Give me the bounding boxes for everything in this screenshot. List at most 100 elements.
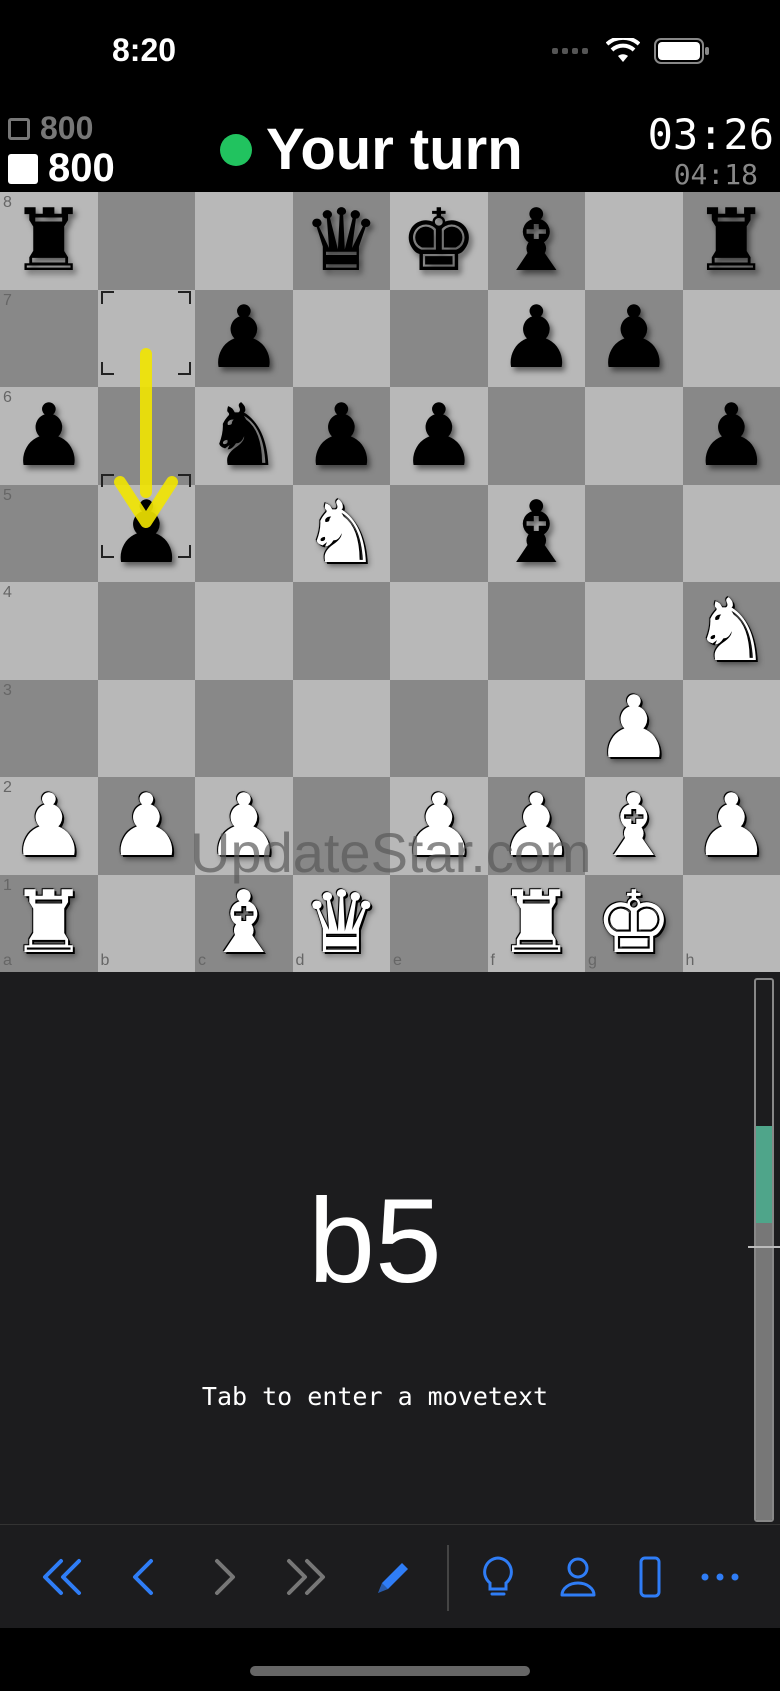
white-pawn-icon[interactable]: ♟ xyxy=(585,680,683,778)
square-e8[interactable]: ♚ xyxy=(390,192,488,290)
last-move-button[interactable] xyxy=(276,1549,336,1605)
square-g2[interactable]: ♝ xyxy=(585,777,683,875)
black-pawn-icon[interactable]: ♟ xyxy=(293,387,391,485)
square-d8[interactable]: ♛ xyxy=(292,192,391,290)
square-h6[interactable]: ♟ xyxy=(682,387,780,485)
black-pawn-icon[interactable]: ♟ xyxy=(0,387,98,485)
square-d2[interactable] xyxy=(292,777,390,875)
square-h3[interactable] xyxy=(682,679,780,777)
white-rook-icon[interactable]: ♜ xyxy=(0,875,98,973)
square-c2[interactable]: ♟ xyxy=(195,777,293,875)
player-button[interactable] xyxy=(548,1549,608,1605)
hint-button[interactable] xyxy=(468,1549,528,1605)
square-c6[interactable]: ♞ xyxy=(195,387,293,485)
black-king-icon[interactable]: ♚ xyxy=(390,192,488,290)
black-pawn-icon[interactable]: ♟ xyxy=(683,387,780,485)
more-button[interactable] xyxy=(690,1549,750,1605)
square-a3[interactable]: 3 xyxy=(0,679,98,777)
white-rook-icon[interactable]: ♜ xyxy=(488,875,586,973)
square-g8[interactable] xyxy=(585,192,683,290)
square-f2[interactable]: ♟ xyxy=(487,777,586,875)
black-pawn-icon[interactable]: ♟ xyxy=(98,485,196,583)
square-b6[interactable] xyxy=(97,387,195,485)
square-b3[interactable] xyxy=(97,679,195,777)
black-bishop-icon[interactable]: ♝ xyxy=(488,485,586,583)
square-c8[interactable] xyxy=(195,192,293,290)
square-c1[interactable]: c ♝ xyxy=(195,874,293,973)
square-d5[interactable]: ♞ xyxy=(292,484,391,583)
square-e5[interactable] xyxy=(390,484,488,582)
square-f8[interactable]: ♝ xyxy=(487,192,586,290)
white-pawn-icon[interactable]: ♟ xyxy=(390,777,488,875)
square-b2[interactable]: ♟ xyxy=(97,777,196,875)
black-pawn-icon[interactable]: ♟ xyxy=(390,387,488,485)
movetext-hint[interactable]: Tab to enter a movetext xyxy=(0,1382,750,1411)
square-h5[interactable] xyxy=(682,484,780,582)
white-queen-icon[interactable]: ♛ xyxy=(293,875,391,973)
black-knight-icon[interactable]: ♞ xyxy=(195,387,293,485)
square-a8[interactable]: 8 ♜ xyxy=(0,192,98,290)
black-pawn-icon[interactable]: ♟ xyxy=(488,290,586,388)
square-a4[interactable]: 4 xyxy=(0,582,98,680)
white-pawn-icon[interactable]: ♟ xyxy=(195,777,293,875)
square-a5[interactable]: 5 xyxy=(0,484,98,582)
square-a2[interactable]: 2 ♟ xyxy=(0,777,98,875)
square-g7[interactable]: ♟ xyxy=(585,289,683,388)
white-pawn-icon[interactable]: ♟ xyxy=(488,777,586,875)
square-b8[interactable] xyxy=(97,192,195,290)
square-a1[interactable]: 1 a ♜ xyxy=(0,874,98,973)
white-pawn-icon[interactable]: ♟ xyxy=(98,777,196,875)
square-g6[interactable] xyxy=(585,387,683,485)
white-king-icon[interactable]: ♚ xyxy=(585,875,683,973)
square-d6[interactable]: ♟ xyxy=(292,387,391,485)
square-c5[interactable] xyxy=(195,484,293,582)
black-queen-icon[interactable]: ♛ xyxy=(293,192,391,290)
next-move-button[interactable] xyxy=(196,1549,256,1605)
white-pawn-icon[interactable]: ♟ xyxy=(683,777,780,875)
white-knight-icon[interactable]: ♞ xyxy=(293,485,391,583)
square-h2[interactable]: ♟ xyxy=(682,777,780,875)
black-bishop-icon[interactable]: ♝ xyxy=(488,192,586,290)
previous-move-button[interactable] xyxy=(112,1549,172,1605)
square-f1[interactable]: f ♜ xyxy=(487,874,586,973)
white-bishop-icon[interactable]: ♝ xyxy=(585,777,683,875)
square-a6[interactable]: 6 ♟ xyxy=(0,387,98,485)
square-f5[interactable]: ♝ xyxy=(487,484,586,583)
square-e4[interactable] xyxy=(390,582,488,680)
home-indicator[interactable] xyxy=(250,1666,530,1676)
square-h8[interactable]: ♜ xyxy=(682,192,780,290)
first-move-button[interactable] xyxy=(32,1549,92,1605)
square-d1[interactable]: d ♛ xyxy=(292,874,391,973)
square-b4[interactable] xyxy=(97,582,195,680)
square-h1[interactable]: h xyxy=(682,874,780,972)
square-f6[interactable] xyxy=(487,387,585,485)
square-e3[interactable] xyxy=(390,679,488,777)
chess-board[interactable]: 8 ♜ ♛ ♚ ♝ ♜ 7 ♟ ♟ ♟ 6 ♟ ♞ ♟ ♟ ♟ 5 ♟ ♞ ♝ 4 ♞ 3 ♟ 2 ♟ ♟ ♟ ♟ ♟ ♝ ♟ 1 a ♜ b c ♝ d ♛… xyxy=(0,192,780,972)
square-h4[interactable]: ♞ xyxy=(682,582,780,680)
move-panel[interactable]: b5 Tab to enter a movetext xyxy=(0,972,780,1524)
square-g3[interactable]: ♟ xyxy=(585,679,683,778)
square-d3[interactable] xyxy=(292,679,390,777)
square-b1[interactable]: b xyxy=(97,874,195,972)
black-pawn-icon[interactable]: ♟ xyxy=(585,290,683,388)
square-c3[interactable] xyxy=(195,679,293,777)
square-e1[interactable]: e xyxy=(390,874,488,972)
edit-button[interactable] xyxy=(362,1549,422,1605)
square-d7[interactable] xyxy=(292,289,390,387)
square-a7[interactable]: 7 xyxy=(0,289,98,387)
white-pawn-icon[interactable]: ♟ xyxy=(0,777,98,875)
square-b5[interactable]: ♟ xyxy=(97,484,196,583)
square-h7[interactable] xyxy=(682,289,780,387)
black-pawn-icon[interactable]: ♟ xyxy=(195,290,293,388)
square-e2[interactable]: ♟ xyxy=(390,777,488,875)
device-button[interactable] xyxy=(620,1549,680,1605)
black-rook-icon[interactable]: ♜ xyxy=(0,192,98,290)
square-e6[interactable]: ♟ xyxy=(390,387,488,485)
square-g4[interactable] xyxy=(585,582,683,680)
square-d4[interactable] xyxy=(292,582,390,680)
black-rook-icon[interactable]: ♜ xyxy=(683,192,780,290)
square-c7[interactable]: ♟ xyxy=(195,289,293,388)
white-bishop-icon[interactable]: ♝ xyxy=(195,875,293,973)
square-e7[interactable] xyxy=(390,289,488,387)
square-c4[interactable] xyxy=(195,582,293,680)
